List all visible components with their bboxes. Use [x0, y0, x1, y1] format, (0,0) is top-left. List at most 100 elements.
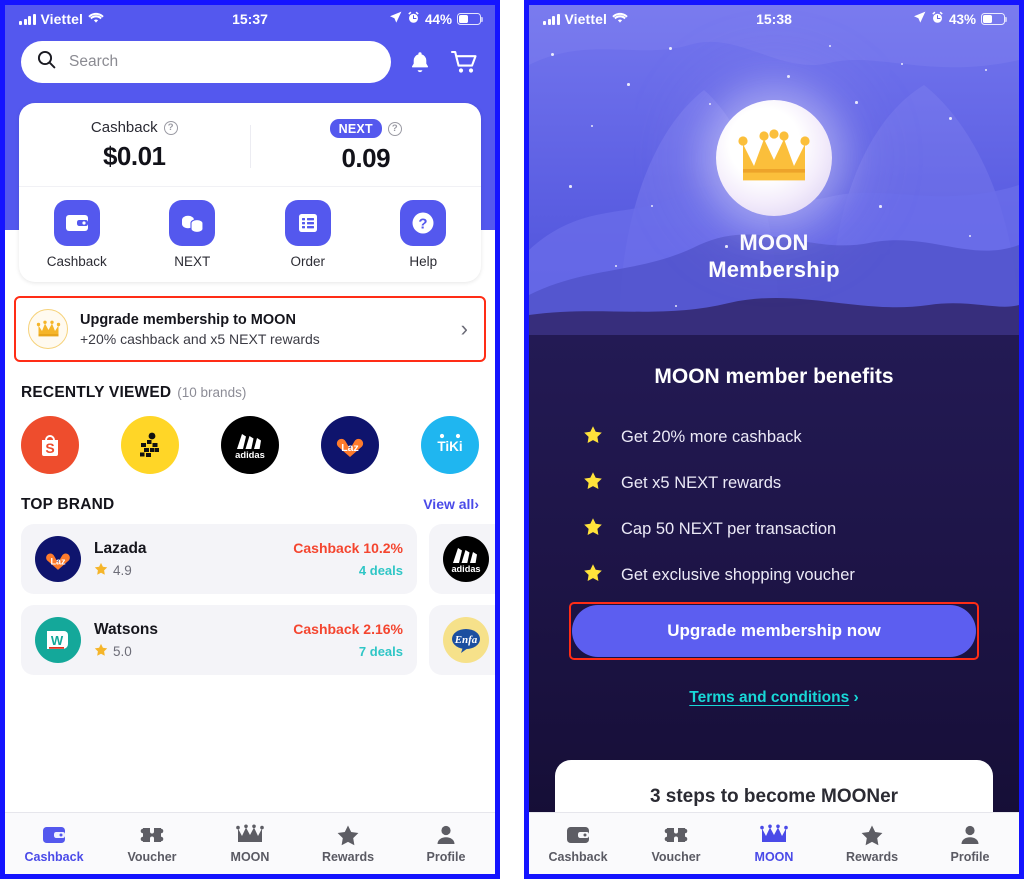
shopping-cart-icon[interactable]	[449, 47, 479, 77]
tab-rewards[interactable]: Rewards	[823, 824, 921, 864]
location-arrow-icon	[913, 11, 926, 27]
tab-label: Voucher	[127, 849, 177, 864]
panel-gap	[500, 0, 524, 879]
top-brand-card-enfa-peek[interactable]: Enfa	[429, 605, 495, 675]
star-icon	[583, 517, 603, 542]
brand-chip-tiki[interactable]: TiKi	[421, 416, 479, 474]
quick-action-cashback[interactable]: Cashback	[19, 200, 135, 269]
notification-bell-icon[interactable]	[405, 47, 435, 77]
deals-count: 7 deals	[358, 644, 403, 659]
cashback-value: $0.01	[102, 141, 166, 171]
svg-text:Enfa: Enfa	[454, 634, 478, 646]
cashback-label: Cashback	[90, 119, 158, 136]
tab-cashback[interactable]: Cashback	[5, 824, 103, 864]
brand-chip-adidas[interactable]: adidas	[221, 416, 279, 474]
quick-action-label: Cashback	[46, 254, 107, 269]
cta-highlight-box: Upgrade membership now	[569, 602, 979, 660]
brand-rating: 5.0	[113, 643, 132, 659]
terms-label: Terms and conditions	[689, 689, 850, 706]
alarm-clock-icon	[931, 11, 944, 27]
upgrade-membership-now-button[interactable]: Upgrade membership now	[572, 605, 976, 657]
cashback-rate: Cashback 10.2%	[293, 540, 403, 556]
search-icon	[37, 50, 56, 74]
list-item: Get 20% more cashback	[583, 425, 1019, 450]
list-item: Get exclusive shopping voucher	[583, 563, 1019, 588]
recently-viewed-section: RECENTLY VIEWED (10 brands)	[5, 362, 495, 402]
next-value: 0.09	[341, 143, 391, 173]
brand-chip-shopee[interactable]: S	[21, 416, 79, 474]
quick-actions-row: Cashback NEXT Order ? Help	[19, 186, 481, 282]
benefit-text: Get 20% more cashback	[621, 428, 802, 446]
wallet-icon	[53, 200, 100, 246]
tab-profile[interactable]: Profile	[921, 824, 1019, 864]
svg-text:adidas: adidas	[451, 564, 480, 574]
location-arrow-icon	[389, 11, 402, 27]
brand-chip-be[interactable]	[121, 416, 179, 474]
top-brand-card-lazada[interactable]: Laz Lazada 4.9 Cashback 10.2% 4 deals	[21, 524, 417, 594]
search-input[interactable]: Search	[21, 41, 391, 83]
upsell-subtitle: +20% cashback and x5 NEXT rewards	[80, 330, 320, 347]
status-bar-right: Viettel 15:38 43%	[529, 5, 1019, 33]
moon-page-background: MOON Membership MOON member benefits Get…	[529, 5, 1019, 874]
next-help-icon[interactable]: ?	[387, 121, 402, 136]
quick-action-next[interactable]: NEXT	[135, 200, 251, 269]
status-bar-left: Viettel 15:37 44%	[5, 5, 495, 33]
tab-label: Profile	[426, 849, 466, 864]
tab-moon[interactable]: MOON	[725, 824, 823, 864]
upgrade-membership-banner[interactable]: Upgrade membership to MOON +20% cashback…	[14, 296, 486, 362]
view-all-label: View all	[423, 496, 475, 512]
recently-viewed-title: RECENTLY VIEWED	[21, 384, 172, 401]
brand-name: Watsons	[94, 620, 159, 638]
deals-count: 4 deals	[358, 563, 403, 578]
tab-cashback[interactable]: Cashback	[529, 824, 627, 864]
quick-action-help[interactable]: ? Help	[366, 200, 482, 269]
benefits-section: MOON member benefits Get 20% more cashba…	[529, 365, 1019, 609]
tab-voucher[interactable]: Voucher	[627, 824, 725, 864]
svg-text:adidas: adidas	[235, 449, 265, 460]
star-icon	[583, 425, 603, 450]
brand-rating: 4.9	[113, 562, 132, 578]
chevron-right-icon[interactable]: ›	[461, 316, 472, 342]
benefits-title: MOON member benefits	[654, 365, 894, 388]
cta-section: Upgrade membership now Terms and conditi…	[529, 602, 1019, 707]
tab-label: Voucher	[651, 849, 701, 864]
top-brand-card-watsons[interactable]: W Watsons 5.0 Cashback 2.16% 7 deals	[21, 605, 417, 675]
tab-moon[interactable]: MOON	[201, 824, 299, 864]
cashback-balance[interactable]: Cashback ? $0.01	[19, 119, 250, 174]
top-brand-card-adidas-peek[interactable]: adidas	[429, 524, 495, 594]
list-item: Cap 50 NEXT per transaction	[583, 517, 1019, 542]
tab-voucher[interactable]: Voucher	[103, 824, 201, 864]
alarm-clock-icon	[407, 11, 420, 27]
chevron-right-icon: ›	[853, 689, 859, 706]
brand-logo-lazada: Laz	[35, 536, 81, 582]
star-icon	[583, 471, 603, 496]
tab-label: Cashback	[548, 849, 608, 864]
tab-profile[interactable]: Profile	[397, 824, 495, 864]
hero-title-line2: Membership	[708, 256, 840, 282]
phone-screen-cashback-home: Viettel 15:37 44% Search Cashback ? $0.0…	[0, 0, 500, 879]
next-balance[interactable]: NEXT ? 0.09	[251, 119, 482, 174]
brand-logo-enfa: Enfa	[443, 617, 489, 663]
recently-viewed-brand-list: S adidas Laz TiKi	[5, 402, 495, 474]
svg-text:?: ?	[419, 216, 428, 233]
upsell-title: Upgrade membership to MOON	[80, 311, 296, 328]
bottom-tab-bar-right: Cashback Voucher MOON Rewards Profile	[529, 812, 1019, 874]
tab-rewards[interactable]: Rewards	[299, 824, 397, 864]
benefits-list: Get 20% more cashback Get x5 NEXT reward…	[583, 425, 1019, 588]
tab-label: Cashback	[24, 849, 84, 864]
coins-icon	[169, 200, 216, 246]
cashback-rate: Cashback 2.16%	[293, 621, 403, 637]
view-all-link[interactable]: View all›	[423, 496, 479, 512]
brand-chip-lazada[interactable]: Laz	[321, 416, 379, 474]
quick-action-order[interactable]: Order	[250, 200, 366, 269]
benefit-text: Get x5 NEXT rewards	[621, 474, 782, 492]
terms-and-conditions-link[interactable]: Terms and conditions ›	[529, 689, 1019, 707]
svg-text:W: W	[51, 633, 64, 648]
tab-label: Rewards	[845, 849, 899, 864]
battery-icon	[457, 13, 484, 25]
quick-action-label: Help	[409, 254, 438, 269]
crown-icon	[28, 309, 68, 349]
brand-name: Lazada	[94, 539, 147, 557]
cashback-help-icon[interactable]: ?	[163, 120, 178, 135]
star-icon	[94, 562, 108, 579]
